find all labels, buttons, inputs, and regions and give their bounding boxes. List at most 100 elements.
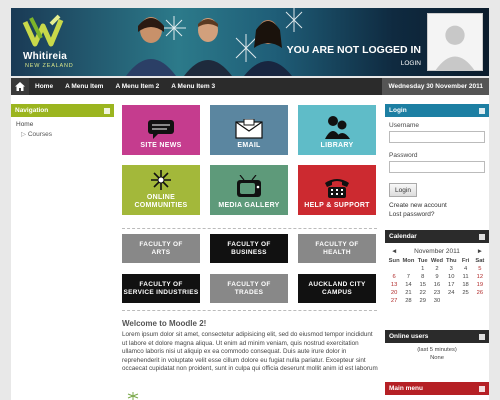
calendar-day[interactable]: 1 — [416, 266, 430, 272]
faculty-trades[interactable]: FACULTY OF TRADES — [210, 274, 288, 303]
calendar-day[interactable]: 6 — [387, 274, 401, 280]
login-block: Login Username Password Login Create new… — [385, 104, 489, 219]
login-block-title: Login — [389, 107, 407, 114]
chevron-right-icon: ▷ — [21, 131, 28, 138]
calendar-day[interactable]: 9 — [430, 274, 444, 280]
password-label: Password — [389, 152, 418, 159]
lost-password-link[interactable]: Lost password? — [385, 210, 489, 219]
calendar-prev-icon[interactable]: ◄ — [391, 248, 397, 255]
calendar-day[interactable]: 23 — [430, 290, 444, 296]
calendar-day[interactable]: 27 — [387, 298, 401, 304]
tile-label-line-1: ONLINE — [146, 194, 176, 201]
tile-label: EMAIL — [237, 142, 261, 149]
home-icon[interactable] — [11, 78, 29, 95]
calendar-day[interactable]: 21 — [401, 290, 415, 296]
navigation-block: Navigation Home ▷ Courses — [11, 104, 114, 138]
welcome-text: Lorem ipsum dolor sit amet, consectetur … — [122, 331, 378, 372]
tile-label: ONLINE COMMUNITIES — [134, 194, 187, 210]
nav-tree-home[interactable]: Home — [11, 117, 114, 129]
calendar-day[interactable]: 19 — [473, 282, 487, 288]
nav-item-menu-1[interactable]: A Menu Item — [59, 83, 109, 90]
main-menu-title: Main menu — [389, 385, 423, 392]
calendar-day[interactable]: 4 — [458, 266, 472, 272]
tv-icon — [237, 175, 261, 197]
username-input[interactable] — [389, 131, 485, 143]
faculty-business[interactable]: FACULTY OF BUSINESS — [210, 234, 288, 263]
mail-icon — [235, 119, 263, 139]
calendar-day-header: Sun — [388, 258, 400, 264]
calendar-block: Calendar ◄ November 2011 ► Sun Mon Tue Wed T… — [385, 230, 489, 304]
calendar-grid: Sun Mon Tue Wed Thu Fri Sat 1 2 3 4 5 6 7 8 9 10 11 12 13 14… — [385, 258, 489, 304]
tile-label: MEDIA GALLERY — [218, 202, 280, 209]
calendar-day[interactable]: 3 — [444, 266, 458, 272]
password-input[interactable] — [389, 161, 485, 173]
tile-help-support[interactable]: HELP & SUPPORT — [298, 165, 376, 215]
site-banner: Whitireia NEW ZEALAND YOU ARE NOT LOGGED… — [11, 8, 489, 76]
calendar-day[interactable]: 11 — [458, 274, 472, 280]
nav-tree-courses[interactable]: ▷ Courses — [11, 129, 114, 138]
tile-site-news[interactable]: SITE NEWS — [122, 105, 200, 155]
calendar-month[interactable]: November 2011 — [414, 248, 460, 255]
faculty-health[interactable]: FACULTY OF HEALTH — [298, 234, 376, 263]
block-control-icon[interactable] — [479, 385, 485, 392]
calendar-day-header: Sat — [475, 258, 485, 264]
calendar-day[interactable]: 25 — [458, 290, 472, 296]
tile-label: SITE NEWS — [140, 142, 182, 149]
calendar-day[interactable]: 29 — [416, 298, 430, 304]
logo-name: Whitireia — [23, 51, 68, 62]
calendar-day-header: Wed — [430, 258, 444, 264]
calendar-day-header: Mon — [402, 258, 415, 264]
calendar-day[interactable]: 28 — [401, 298, 415, 304]
block-control-icon[interactable] — [479, 333, 485, 340]
calendar-day[interactable]: 20 — [387, 290, 401, 296]
nav-item-menu-2[interactable]: A Menu Item 2 — [109, 83, 165, 90]
calendar-day[interactable]: 16 — [430, 282, 444, 288]
block-control-icon[interactable] — [479, 233, 485, 240]
banner-login-link[interactable]: LOGIN — [401, 60, 421, 67]
faculty-arts[interactable]: FACULTY OF ARTS — [122, 234, 200, 263]
calendar-day — [473, 298, 487, 304]
calendar-next-icon[interactable]: ► — [477, 248, 483, 255]
nav-tree-courses-label: Courses — [27, 131, 53, 138]
tile-email[interactable]: EMAIL — [210, 105, 288, 155]
create-account-link[interactable]: Create new account — [385, 201, 489, 210]
nav-item-home[interactable]: Home — [29, 83, 59, 90]
calendar-day[interactable]: 22 — [416, 290, 430, 296]
online-users-block: Online users (last 5 minutes) None — [385, 330, 489, 365]
calendar-day[interactable]: 24 — [444, 290, 458, 296]
calendar-day[interactable]: 10 — [444, 274, 458, 280]
auckland-city-campus[interactable]: AUCKLAND CITY CAMPUS — [298, 274, 376, 303]
calendar-day[interactable]: 2 — [430, 266, 444, 272]
not-logged-in-text: YOU ARE NOT LOGGED IN — [286, 44, 421, 56]
calendar-day — [458, 298, 472, 304]
phone-icon — [325, 179, 349, 198]
login-button[interactable]: Login — [389, 183, 417, 197]
calendar-day[interactable]: 15 — [416, 282, 430, 288]
calendar-day — [387, 266, 401, 272]
calendar-day[interactable]: 13 — [387, 282, 401, 288]
calendar-day-header: Thu — [445, 258, 457, 264]
tile-online-communities[interactable]: ONLINE COMMUNITIES — [122, 165, 200, 215]
calendar-day[interactable]: 8 — [416, 274, 430, 280]
calendar-day[interactable]: 18 — [458, 282, 472, 288]
tile-media-gallery[interactable]: MEDIA GALLERY — [210, 165, 288, 215]
block-control-icon[interactable] — [104, 107, 110, 114]
online-users-none: None — [430, 355, 444, 361]
chat-bubble-icon — [148, 120, 174, 139]
current-date: Wednesday 30 November 2011 — [382, 78, 489, 95]
calendar-day[interactable]: 5 — [473, 266, 487, 272]
calendar-day[interactable]: 17 — [444, 282, 458, 288]
calendar-day-header: Fri — [461, 258, 470, 264]
faculty-service-industries[interactable]: FACULTY OF SERVICE INDUSTRIES — [122, 274, 200, 303]
online-users-period: (last 5 minutes) — [417, 347, 457, 353]
calendar-day[interactable]: 14 — [401, 282, 415, 288]
calendar-day[interactable]: 12 — [473, 274, 487, 280]
online-users-title: Online users — [389, 333, 429, 340]
tile-library[interactable]: LIBRARY — [298, 105, 376, 155]
calendar-day[interactable]: 26 — [473, 290, 487, 296]
logo-subtitle: NEW ZEALAND — [25, 63, 74, 69]
block-control-icon[interactable] — [479, 107, 485, 114]
nav-item-menu-3[interactable]: A Menu Item 3 — [165, 83, 221, 90]
calendar-day[interactable]: 30 — [430, 298, 444, 304]
calendar-day[interactable]: 7 — [401, 274, 415, 280]
